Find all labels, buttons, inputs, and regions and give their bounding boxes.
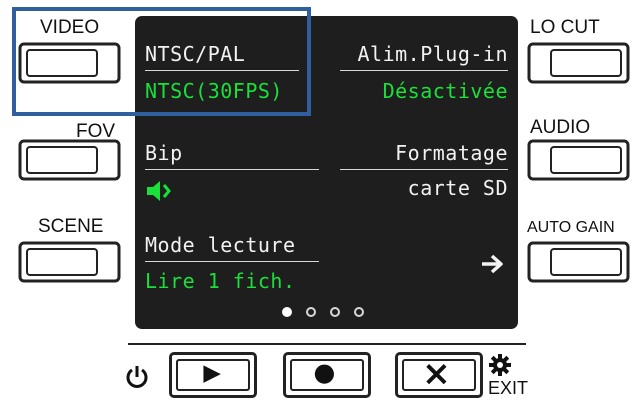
scene-button[interactable] [18, 241, 121, 283]
power-icon[interactable] [124, 364, 150, 390]
record-button[interactable] [283, 352, 371, 398]
formatage-value[interactable]: carte SD [408, 176, 508, 200]
page-dot-3 [330, 307, 340, 317]
speaker-icon[interactable] [145, 179, 177, 203]
mode-lecture-value[interactable]: Lire 1 fich. [145, 269, 296, 293]
auto-gain-label: AUTO GAIN [527, 219, 615, 236]
fov-button[interactable] [18, 139, 121, 181]
record-icon [286, 355, 368, 395]
pagination [282, 307, 382, 319]
page-dot-4 [354, 307, 364, 317]
audio-button[interactable] [527, 139, 630, 181]
bip-rule [145, 169, 319, 170]
scene-label: SCENE [38, 216, 104, 237]
audio-label: AUDIO [530, 117, 591, 138]
mode-lecture-title: Mode lecture [145, 233, 296, 257]
exit-label[interactable]: EXIT [488, 378, 528, 399]
bip-title: Bip [145, 141, 183, 165]
cancel-button[interactable] [395, 352, 483, 398]
close-icon [398, 355, 480, 395]
bottom-divider [128, 343, 526, 345]
lo-cut-label: LO CUT [530, 17, 600, 38]
page-dot-2 [306, 307, 316, 317]
play-button[interactable] [169, 352, 257, 398]
highlight-frame [12, 7, 311, 116]
plugin-title: Alim.Plug-in [357, 42, 508, 66]
play-icon [172, 355, 254, 395]
formatage-title: Formatage [395, 141, 508, 165]
plugin-rule [340, 70, 508, 71]
plugin-value[interactable]: Désactivée [383, 79, 508, 103]
lo-cut-button[interactable] [527, 42, 630, 84]
arrow-right-icon[interactable] [480, 252, 506, 276]
gear-icon [489, 354, 511, 376]
mode-lecture-rule [145, 261, 319, 262]
auto-gain-button[interactable] [527, 241, 630, 283]
page-dot-1 [282, 307, 292, 317]
formatage-rule [340, 169, 508, 170]
